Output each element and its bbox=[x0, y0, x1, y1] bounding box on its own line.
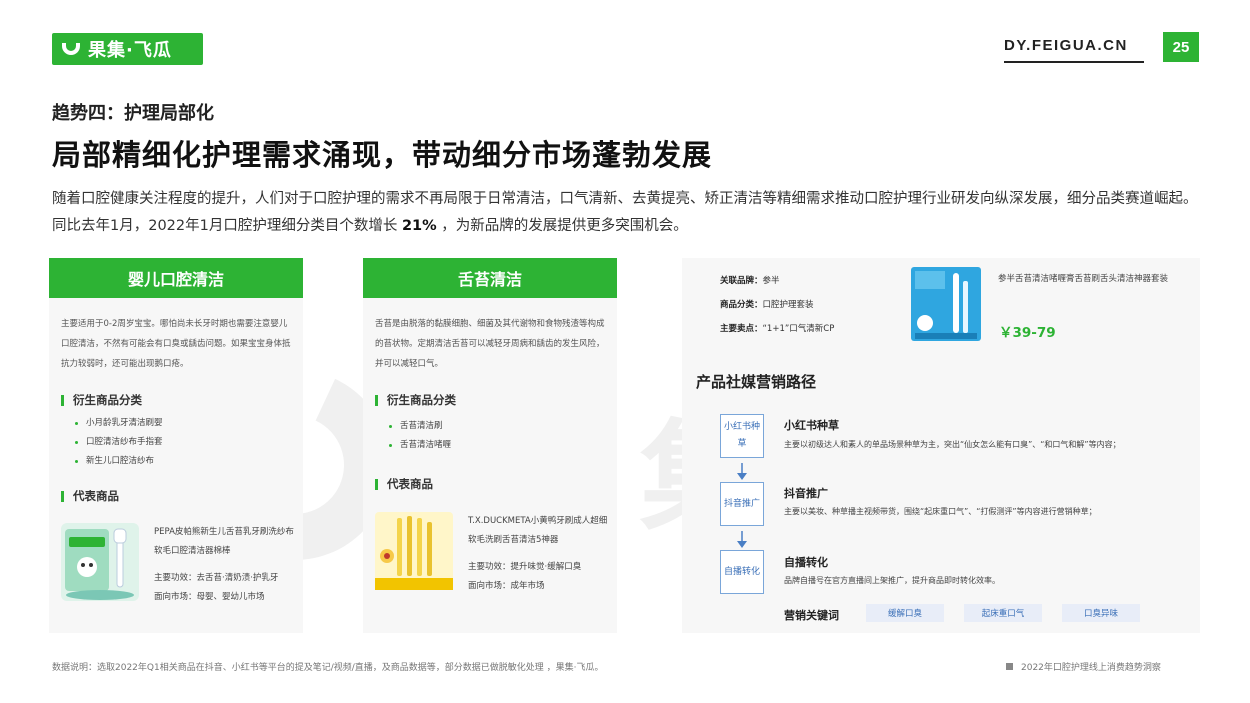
arrow-down-icon bbox=[737, 463, 747, 480]
site-url[interactable]: DY.FEIGUA.CN bbox=[1004, 37, 1128, 54]
list-item-text: 小月龄乳牙清洁刷婴 bbox=[86, 418, 163, 428]
product-category: 商品分类：口腔护理套装 bbox=[720, 298, 814, 310]
card-description: 主要适用于0-2周岁宝宝。哪怕尚未长牙时期也需要注意婴儿口腔清洁，不然有可能会有… bbox=[61, 319, 291, 369]
list-item-text: 口腔清洁纱布手指套 bbox=[86, 437, 163, 447]
flow-step-self-live: 自播转化 bbox=[720, 550, 764, 594]
list-item: 舌苔清洁刷 bbox=[389, 417, 451, 436]
growth-highlight: 21% bbox=[401, 218, 437, 234]
list-item: 舌苔清洁啫喱 bbox=[389, 436, 451, 455]
brand-logo: 果集·飞瓜 bbox=[52, 33, 203, 65]
tongue-cleaner-kit-product-image bbox=[911, 267, 981, 341]
section-bar-icon bbox=[61, 394, 64, 406]
bullet-dot-icon bbox=[389, 444, 392, 447]
product-name: T.X.DUCKMETA小黄鸭牙刷成人超细软毛洗刷舌苔清洁5神器 bbox=[468, 516, 608, 545]
data-note: 数据说明：选取2022年Q1相关商品在抖音、小红书等平台的提及笔记/视频/直播，… bbox=[52, 663, 604, 673]
bullet-dot-icon bbox=[389, 425, 392, 428]
representative-product-label: 代表商品 bbox=[73, 489, 119, 503]
flow-step-xiaohongshu: 小红书种草 bbox=[720, 414, 764, 458]
page-title: 局部精细化护理需求涌现，带动细分市场蓬勃发展 bbox=[52, 138, 713, 172]
card-baby-oral-care: 婴儿口腔清洁 主要适用于0-2周岁宝宝。哪怕尚未长牙时期也需要注意婴儿口腔清洁，… bbox=[49, 258, 303, 633]
product-market: 面向市场：母婴、婴幼儿市场 bbox=[154, 592, 265, 602]
bullet-dot-icon bbox=[75, 441, 78, 444]
flow-step-description: 主要以初级达人和素人的单品场景种草为主，突出“仙女怎么能有口臭”、“和口气和解”… bbox=[784, 440, 1121, 449]
product-effect: 主要功效：提升味觉·缓解口臭 bbox=[468, 562, 582, 572]
smile-logo-icon bbox=[62, 43, 80, 55]
page-number: 25 bbox=[1163, 32, 1199, 62]
selling-point-key: 主要卖点： bbox=[720, 324, 763, 334]
representative-product-heading: 代表商品 bbox=[61, 488, 119, 504]
site-underline bbox=[1004, 61, 1144, 63]
bullet-dot-icon bbox=[75, 460, 78, 463]
product-info: PEPA皮帕熊新生儿舌苔乳牙刷洗纱布软毛口腔清洁器棉棒 主要功效：去舌苔·清奶渍… bbox=[154, 523, 299, 607]
report-name: 2022年口腔护理线上消费趋势洞察 bbox=[1006, 660, 1161, 673]
flow-step-heading: 自播转化 bbox=[784, 556, 828, 569]
derived-category-heading: 衍生商品分类 bbox=[375, 392, 456, 408]
card-title: 舌苔清洁 bbox=[363, 258, 617, 298]
derived-category-list: 舌苔清洁刷 舌苔清洁啫喱 bbox=[389, 417, 451, 455]
product-category-value: 口腔护理套装 bbox=[762, 300, 814, 310]
section-bar-icon bbox=[61, 490, 64, 502]
related-brand-value: 参半 bbox=[762, 276, 780, 286]
product-name: PEPA皮帕熊新生儿舌苔乳牙刷洗纱布软毛口腔清洁器棉棒 bbox=[154, 527, 294, 556]
section-bar-icon bbox=[375, 478, 378, 490]
bullet-dot-icon bbox=[75, 422, 78, 425]
intro-paragraph: 随着口腔健康关注程度的提升，人们对于口腔护理的需求不再局限于日常清洁，口气清新、… bbox=[52, 186, 1202, 240]
keyword-tag: 口臭异味 bbox=[1062, 604, 1140, 622]
list-item: 口腔清洁纱布手指套 bbox=[75, 433, 163, 452]
keyword-tag: 起床重口气 bbox=[964, 604, 1042, 622]
representative-product-label: 代表商品 bbox=[387, 477, 433, 491]
report-name-text: 2022年口腔护理线上消费趋势洞察 bbox=[1021, 663, 1161, 673]
product-market: 面向市场：成年市场 bbox=[468, 581, 545, 591]
list-item-text: 新生儿口腔洁纱布 bbox=[86, 456, 155, 466]
card-tongue-cleaning: 舌苔清洁 舌苔是由脱落的黏膜细胞、细菌及其代谢物和食物残渣等构成的苔状物。定期清… bbox=[363, 258, 617, 633]
flow-step-heading: 小红书种草 bbox=[784, 419, 839, 432]
flow-step-heading: 抖音推广 bbox=[784, 487, 828, 500]
brand-logo-text: 果集·飞瓜 bbox=[88, 40, 172, 61]
product-info: T.X.DUCKMETA小黄鸭牙刷成人超细软毛洗刷舌苔清洁5神器 主要功效：提升… bbox=[468, 512, 613, 596]
intro-text-end: ，为新品牌的发展提供更多突围机会。 bbox=[436, 218, 688, 234]
square-icon bbox=[1006, 663, 1013, 670]
related-product-name: 参半舌苔清洁啫喱膏舌苔刷舌头清洁神器套装 bbox=[998, 274, 1169, 284]
duck-toothbrush-product-image bbox=[375, 512, 453, 590]
flow-step-description: 品牌自播号在官方直播间上架推广，提升商品即时转化效率。 bbox=[784, 576, 1000, 585]
derived-category-label: 衍生商品分类 bbox=[73, 393, 142, 407]
trend-label: 趋势四：护理局部化 bbox=[52, 103, 214, 124]
list-item-text: 舌苔清洁刷 bbox=[400, 421, 443, 431]
marketing-path-title: 产品社媒营销路径 bbox=[696, 373, 817, 391]
keyword-tag: 缓解口臭 bbox=[866, 604, 944, 622]
flow-step-douyin: 抖音推广 bbox=[720, 482, 764, 526]
related-product-price: ￥39-79 bbox=[999, 325, 1056, 341]
keywords-label: 营销关键词 bbox=[784, 609, 839, 622]
card-title: 婴儿口腔清洁 bbox=[49, 258, 303, 298]
list-item: 小月龄乳牙清洁刷婴 bbox=[75, 414, 163, 433]
derived-category-list: 小月龄乳牙清洁刷婴 口腔清洁纱布手指套 新生儿口腔洁纱布 bbox=[75, 414, 163, 471]
list-item-text: 舌苔清洁啫喱 bbox=[400, 440, 452, 450]
product-effect: 主要功效：去舌苔·清奶渍·护乳牙 bbox=[154, 573, 279, 583]
card-description: 舌苔是由脱落的黏膜细胞、细菌及其代谢物和食物残渣等构成的苔状物。定期清洁舌苔可以… bbox=[375, 319, 605, 369]
baby-toothbrush-product-image bbox=[61, 523, 139, 601]
representative-product-heading: 代表商品 bbox=[375, 476, 433, 492]
arrow-down-icon bbox=[737, 531, 747, 548]
product-category-key: 商品分类： bbox=[720, 300, 763, 310]
selling-point: 主要卖点：“1+1”口气清新CP bbox=[720, 322, 834, 334]
derived-category-label: 衍生商品分类 bbox=[387, 393, 456, 407]
related-brand: 关联品牌：参半 bbox=[720, 274, 780, 286]
derived-category-heading: 衍生商品分类 bbox=[61, 392, 142, 408]
flow-step-description: 主要以美妆、种草播主视频带货，围绕“起床重口气”、“打假测评”等内容进行营销种草… bbox=[784, 507, 1097, 516]
list-item: 新生儿口腔洁纱布 bbox=[75, 452, 163, 471]
related-brand-key: 关联品牌： bbox=[720, 276, 763, 286]
selling-point-value: “1+1”口气清新CP bbox=[762, 324, 835, 334]
section-bar-icon bbox=[375, 394, 378, 406]
marketing-panel: 关联品牌：参半 商品分类：口腔护理套装 主要卖点：“1+1”口气清新CP 参半舌… bbox=[682, 258, 1200, 633]
